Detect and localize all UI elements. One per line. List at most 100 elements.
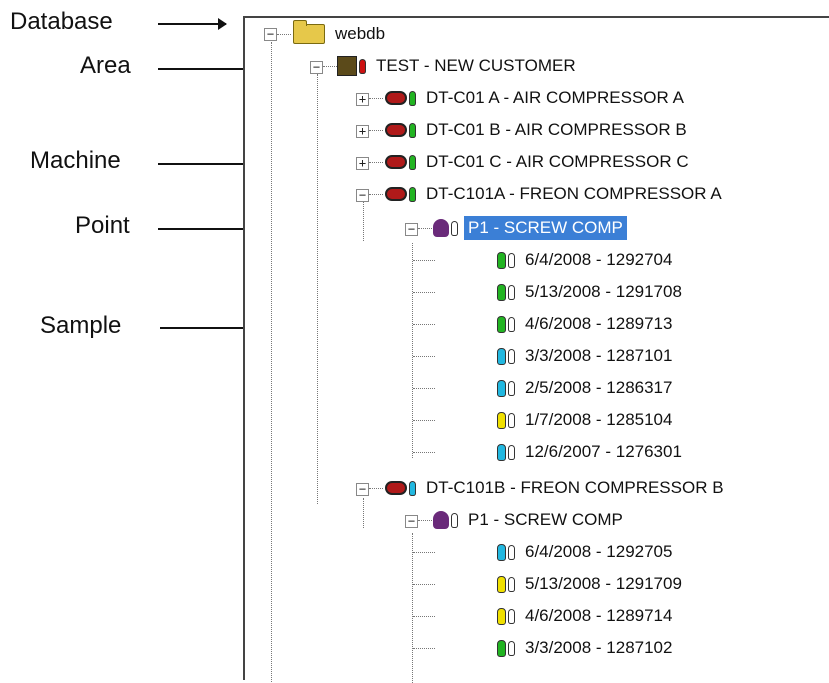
tree-connector: [363, 498, 364, 528]
sample-label: 6/4/2008 - 1292704: [525, 250, 673, 269]
machine-icon: [385, 122, 416, 138]
machine-label: DT-C01 C - AIR COMPRESSOR C: [426, 152, 689, 171]
tree-node-sample[interactable]: 3/3/2008 - 1287101: [495, 340, 676, 372]
expand-toggle[interactable]: +: [356, 93, 369, 106]
tree-connector: [277, 34, 291, 35]
tree-connector: [413, 388, 435, 389]
annotation-sample: Sample: [40, 312, 122, 339]
machine-icon: [385, 186, 416, 202]
annotation-database: Database: [10, 8, 113, 35]
tree-node-machine[interactable]: DT-C01 B - AIR COMPRESSOR B: [385, 114, 691, 146]
tree-connector: [317, 74, 318, 504]
tree-connector: [369, 162, 383, 163]
tree-connector: [413, 260, 435, 261]
tree-node-sample[interactable]: 2/5/2008 - 1286317: [495, 372, 676, 404]
tree-connector: [418, 228, 432, 229]
machine-label: DT-C01 B - AIR COMPRESSOR B: [426, 120, 687, 139]
tree-connector: [418, 520, 432, 521]
collapse-toggle[interactable]: −: [356, 189, 369, 202]
sample-label: 3/3/2008 - 1287101: [525, 346, 673, 365]
tree-node-sample[interactable]: 6/4/2008 - 1292705: [495, 536, 676, 568]
sample-label: 12/6/2007 - 1276301: [525, 442, 682, 461]
annotation-machine: Machine: [30, 147, 121, 174]
point-label: P1 - SCREW COMP: [464, 216, 627, 240]
tree-connector: [412, 533, 413, 683]
tree-view[interactable]: − webdb − TEST - NEW CUSTOMER + DT-C01 A…: [243, 16, 829, 683]
sample-status-icon: [495, 411, 515, 429]
sample-status-icon: [495, 443, 515, 461]
expand-toggle[interactable]: +: [356, 125, 369, 138]
tree-connector: [413, 452, 435, 453]
sample-status-icon: [495, 543, 515, 561]
sample-status-icon: [495, 315, 515, 333]
tree-node-sample[interactable]: 5/13/2008 - 1291708: [495, 276, 686, 308]
tree-connector: [369, 130, 383, 131]
sample-status-icon: [495, 639, 515, 657]
sample-label: 4/6/2008 - 1289714: [525, 606, 673, 625]
collapse-toggle[interactable]: −: [264, 28, 277, 41]
tree-node-point[interactable]: P1 - SCREW COMP: [433, 212, 627, 244]
tree-connector: [413, 584, 435, 585]
sample-label: 6/4/2008 - 1292705: [525, 542, 673, 561]
tree-connector: [413, 616, 435, 617]
tree-connector: [412, 243, 413, 458]
sample-status-icon: [495, 347, 515, 365]
sample-label: 1/7/2008 - 1285104: [525, 410, 673, 429]
sample-label: 2/5/2008 - 1286317: [525, 378, 673, 397]
tree-node-sample[interactable]: 4/6/2008 - 1289713: [495, 308, 676, 340]
tree-connector: [369, 488, 383, 489]
tree-node-machine[interactable]: DT-C01 A - AIR COMPRESSOR A: [385, 82, 688, 114]
machine-label: DT-C101A - FREON COMPRESSOR A: [426, 184, 722, 203]
sample-bottle-icon: [433, 511, 458, 529]
collapse-toggle[interactable]: −: [356, 483, 369, 496]
tree-node-sample[interactable]: 1/7/2008 - 1285104: [495, 404, 676, 436]
machine-icon: [385, 90, 416, 106]
machine-label: DT-C101B - FREON COMPRESSOR B: [426, 478, 724, 497]
tree-connector: [413, 292, 435, 293]
tree-node-sample[interactable]: 3/3/2008 - 1287102: [495, 632, 676, 664]
tree-node-sample[interactable]: 4/6/2008 - 1289714: [495, 600, 676, 632]
area-label: TEST - NEW CUSTOMER: [376, 56, 576, 75]
sample-status-icon: [495, 251, 515, 269]
sample-status-icon: [495, 379, 515, 397]
tree-node-sample[interactable]: 5/13/2008 - 1291709: [495, 568, 686, 600]
database-label: webdb: [335, 24, 386, 43]
annotation-area: Area: [80, 52, 131, 79]
tree-connector: [369, 194, 383, 195]
sample-bottle-icon: [433, 219, 458, 237]
tree-node-machine[interactable]: DT-C101B - FREON COMPRESSOR B: [385, 472, 728, 504]
annotation-database-arrow: [158, 18, 227, 30]
tree-node-machine[interactable]: DT-C01 C - AIR COMPRESSOR C: [385, 146, 693, 178]
tree-connector: [369, 98, 383, 99]
tree-connector: [413, 356, 435, 357]
annotation-point: Point: [75, 212, 130, 239]
collapse-toggle[interactable]: −: [405, 515, 418, 528]
tree-node-area[interactable]: TEST - NEW CUSTOMER: [337, 50, 580, 82]
sample-label: 5/13/2008 - 1291708: [525, 282, 682, 301]
tree-node-machine[interactable]: DT-C101A - FREON COMPRESSOR A: [385, 178, 726, 210]
collapse-toggle[interactable]: −: [310, 61, 323, 74]
sample-status-icon: [495, 283, 515, 301]
folder-icon: [293, 20, 325, 44]
tree-connector: [323, 66, 337, 67]
tree-connector: [413, 420, 435, 421]
point-label: P1 - SCREW COMP: [468, 510, 623, 529]
sample-status-icon: [495, 607, 515, 625]
sample-label: 3/3/2008 - 1287102: [525, 638, 673, 657]
machine-label: DT-C01 A - AIR COMPRESSOR A: [426, 88, 684, 107]
tree-connector: [363, 201, 364, 241]
tree-node-database[interactable]: webdb: [293, 18, 389, 50]
tree-connector: [413, 324, 435, 325]
sample-label: 4/6/2008 - 1289713: [525, 314, 673, 333]
tree-node-point[interactable]: P1 - SCREW COMP: [433, 504, 627, 536]
tree-node-sample[interactable]: 6/4/2008 - 1292704: [495, 244, 676, 276]
factory-icon: [337, 56, 366, 76]
tree-node-sample[interactable]: 12/6/2007 - 1276301: [495, 436, 686, 468]
tree-connector: [413, 552, 435, 553]
tree-connector: [271, 42, 272, 682]
sample-status-icon: [495, 575, 515, 593]
tree-connector: [413, 648, 435, 649]
sample-label: 5/13/2008 - 1291709: [525, 574, 682, 593]
expand-toggle[interactable]: +: [356, 157, 369, 170]
collapse-toggle[interactable]: −: [405, 223, 418, 236]
